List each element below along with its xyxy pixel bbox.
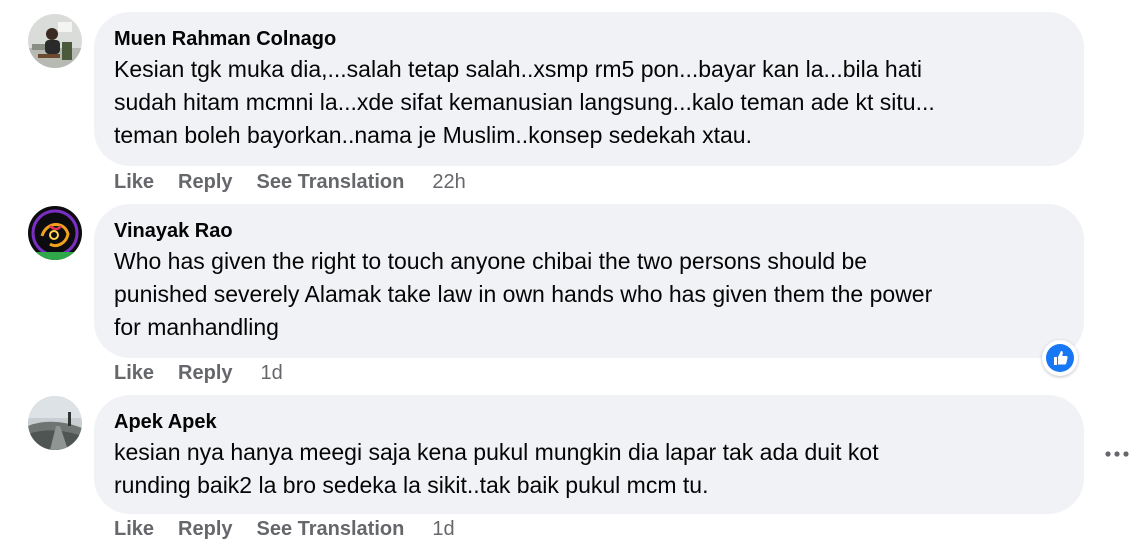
like-reaction-badge[interactable] (1042, 340, 1078, 376)
comment-bubble: Apek Apek kesian nya hanya meegi saja ke… (94, 395, 1084, 514)
comment-timestamp[interactable]: 1d (432, 518, 454, 540)
reply-button[interactable]: Reply (178, 518, 232, 540)
avatar-image (28, 396, 82, 450)
comment-text: Who has given the right to touch anyone … (114, 248, 933, 340)
like-button[interactable]: Like (114, 518, 154, 540)
comment-timestamp[interactable]: 1d (261, 362, 283, 384)
avatar-image (28, 206, 82, 260)
like-reaction-icon (1046, 344, 1074, 372)
reply-button[interactable]: Reply (178, 362, 232, 384)
comment-author[interactable]: Apek Apek (114, 409, 217, 435)
comment-timestamp[interactable]: 22h (432, 171, 465, 193)
comment-actions: Like Reply See Translation 22h (114, 169, 466, 195)
comment-actions: Like Reply 1d (114, 360, 283, 386)
comment-bubble: Vinayak Rao Who has given the right to t… (94, 204, 1084, 358)
avatar[interactable] (28, 396, 82, 450)
comment-actions: Like Reply See Translation 1d (114, 516, 455, 542)
comment-bubble: Muen Rahman Colnago Kesian tgk muka dia,… (94, 12, 1084, 166)
comment-text: Kesian tgk muka dia,...salah tetap salah… (114, 56, 935, 148)
comment-author[interactable]: Vinayak Rao (114, 218, 233, 244)
more-options-button[interactable] (1100, 440, 1134, 468)
like-button[interactable]: Like (114, 171, 154, 193)
more-options-icon (1105, 451, 1129, 457)
avatar-image (28, 14, 82, 68)
comment-text: kesian nya hanya meegi saja kena pukul m… (114, 439, 879, 498)
comment-author[interactable]: Muen Rahman Colnago (114, 26, 336, 52)
see-translation-link[interactable]: See Translation (257, 171, 405, 193)
avatar[interactable] (28, 206, 82, 260)
avatar[interactable] (28, 14, 82, 68)
reply-button[interactable]: Reply (178, 171, 232, 193)
see-translation-link[interactable]: See Translation (257, 518, 405, 540)
like-button[interactable]: Like (114, 362, 154, 384)
